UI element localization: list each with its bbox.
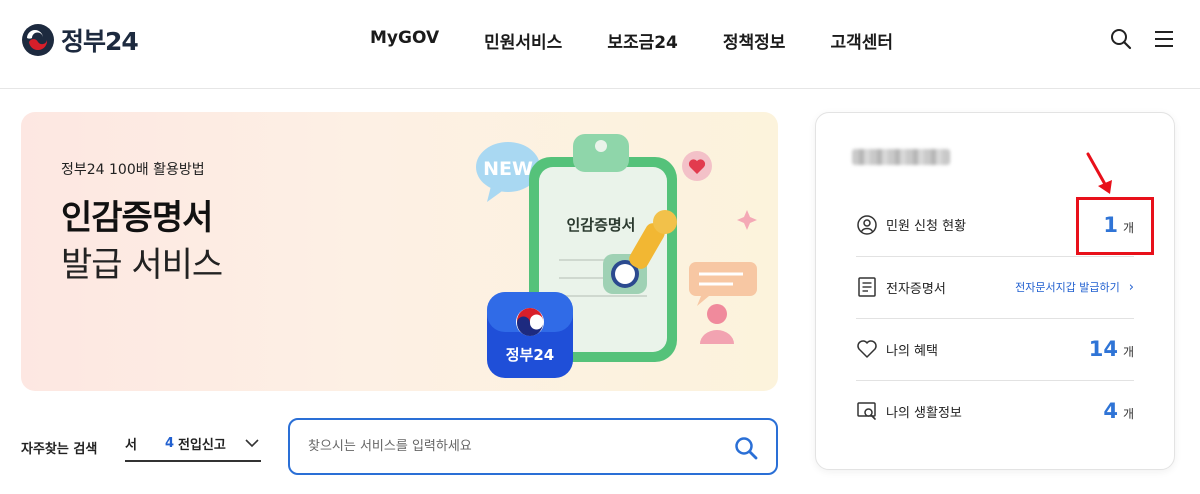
- user-name-blurred: [852, 149, 950, 165]
- header: 정부24 MyGOV 민원서비스 보조금24 정책정보 고객센터: [0, 0, 1200, 89]
- panel-row-life-info[interactable]: 나의 생활정보 4 개: [856, 380, 1134, 441]
- panel-row-e-certificate: 전자증명서 전자문서지갑 발급하기 ›: [856, 256, 1134, 317]
- gov24-app-icon: 정부24: [487, 292, 573, 378]
- logo-text: 정부24: [61, 27, 139, 56]
- nav-item-policy[interactable]: 정책정보: [723, 28, 786, 53]
- row-unit: 개: [1122, 407, 1134, 421]
- chevron-down-icon: [245, 439, 259, 448]
- search-icon[interactable]: [734, 436, 758, 460]
- annotation-highlight-box: [1076, 197, 1154, 255]
- row-label: 나의 생활정보: [886, 405, 962, 421]
- row-link: 전자문서지갑 발급하기: [1015, 281, 1120, 294]
- frequent-search-prev-item: 서: [125, 437, 137, 453]
- row-label: 나의 혜택: [886, 343, 938, 359]
- promo-banner[interactable]: 정부24 100배 활용방법 인감증명서 발급 서비스 NEW 인감증명서 정부…: [21, 112, 778, 391]
- nav-item-customer-center[interactable]: 고객센터: [830, 28, 893, 53]
- logo[interactable]: 정부24: [21, 22, 139, 58]
- nav-item-mygov[interactable]: MyGOV: [370, 28, 439, 53]
- banner-title: 인감증명서: [61, 198, 213, 238]
- svg-text:NEW: NEW: [483, 158, 533, 180]
- my-summary-panel: 민원 신청 현황 1 개 전자증명서 전자문서지갑 발급하기 › 나의 혜택 1…: [815, 112, 1175, 470]
- svg-text:인감증명서: 인감증명서: [566, 216, 635, 234]
- heart-icon: [857, 340, 877, 358]
- user-circle-icon: [857, 214, 877, 235]
- frequent-search-rank: 4: [164, 435, 175, 451]
- panel-row-my-benefits[interactable]: 나의 혜택 14 개: [856, 318, 1134, 379]
- row-unit: 개: [1122, 345, 1134, 359]
- row-count: 4: [1103, 399, 1118, 423]
- banner-illustration: NEW 인감증명서 정부24: [476, 134, 757, 378]
- chat-card-icon: [689, 262, 757, 306]
- frequent-search-keyword: 전입신고: [178, 437, 226, 453]
- service-search-input[interactable]: [308, 439, 708, 454]
- main-nav: MyGOV 민원서비스 보조금24 정책정보 고객센터: [370, 28, 938, 53]
- wallet-issue-link[interactable]: 전자문서지갑 발급하기 ›: [1015, 279, 1134, 295]
- sparkle-icon: [737, 210, 757, 230]
- search-monitor-icon: [857, 402, 876, 420]
- person-icon: [700, 304, 734, 344]
- chevron-right-icon: ›: [1128, 280, 1134, 295]
- banner-subtitle: 정부24 100배 활용방법: [61, 162, 205, 178]
- nav-item-civil-service[interactable]: 민원서비스: [484, 28, 562, 53]
- taegeuk-logo-icon: [22, 24, 54, 56]
- row-label: 전자증명서: [886, 281, 946, 297]
- hamburger-menu-icon[interactable]: [1153, 28, 1175, 50]
- document-icon: [858, 277, 876, 297]
- heart-bubble-icon: [682, 151, 712, 181]
- row-count: 14: [1088, 337, 1118, 361]
- service-search-box: [288, 418, 778, 475]
- row-label: 민원 신청 현황: [886, 219, 967, 234]
- annotation-arrow-icon: [1086, 152, 1112, 194]
- frequent-search-label: 자주찾는 검색: [21, 442, 98, 457]
- search-icon[interactable]: [1110, 28, 1132, 50]
- frequent-search-dropdown[interactable]: 서 4 전입신고: [125, 426, 261, 462]
- svg-text:정부24: 정부24: [506, 346, 554, 364]
- nav-item-subsidy[interactable]: 보조금24: [607, 28, 678, 53]
- banner-title-line2: 발급 서비스: [61, 245, 223, 285]
